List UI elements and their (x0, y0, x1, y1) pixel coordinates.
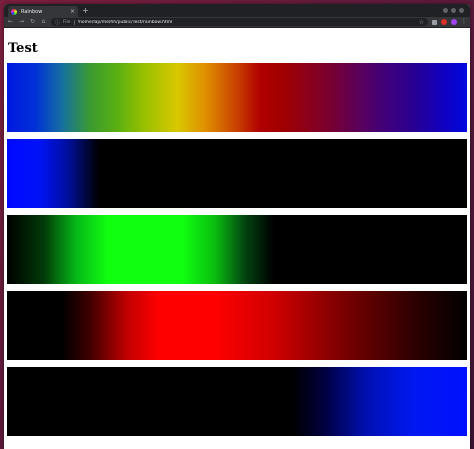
browser-window: Rainbow × + ← → ↻ ⌂ ⓘ File /home/lap/me/… (4, 4, 470, 449)
back-icon[interactable]: ← (7, 19, 14, 25)
url-text[interactable]: /home/lap/me/hh/public/Test/rainbow.html (78, 20, 416, 25)
page-content: Test (4, 29, 470, 449)
address-bar[interactable]: ⓘ File /home/lap/me/hh/public/Test/rainb… (51, 18, 428, 26)
tab-title: Rainbow (21, 8, 43, 15)
url-separator (73, 19, 75, 25)
extension-red-icon[interactable] (441, 19, 447, 25)
bookmark-star-icon[interactable]: ☆ (419, 19, 424, 26)
reload-icon[interactable]: ↻ (29, 19, 36, 25)
tab-close-icon[interactable]: × (70, 8, 75, 15)
forward-icon[interactable]: → (18, 19, 25, 25)
tab-rainbow[interactable]: Rainbow × (8, 6, 78, 17)
page-title: Test (8, 41, 38, 56)
url-scheme-label: File (63, 19, 71, 25)
tab-bar: Rainbow × + (4, 4, 470, 17)
close-window-button[interactable] (459, 8, 464, 13)
home-icon[interactable]: ⌂ (40, 19, 47, 25)
green-gradient-bar (7, 215, 467, 284)
rainbow-favicon-icon (11, 8, 17, 15)
blue-right-gradient-bar (7, 367, 467, 436)
minimize-button[interactable] (443, 8, 448, 13)
browser-toolbar: ← → ↻ ⌂ ⓘ File /home/lap/me/hh/public/Te… (4, 17, 470, 28)
rainbow-gradient-bar (7, 63, 467, 132)
window-controls (443, 8, 464, 13)
info-icon[interactable]: ⓘ (55, 19, 60, 26)
extension-icon[interactable] (432, 19, 437, 25)
new-tab-button[interactable]: + (82, 6, 89, 15)
browser-menu-icon[interactable]: ⋮ (461, 19, 467, 25)
maximize-button[interactable] (451, 8, 456, 13)
blue-gradient-bar (7, 139, 467, 208)
profile-avatar[interactable] (451, 19, 457, 25)
red-gradient-bar (7, 291, 467, 360)
